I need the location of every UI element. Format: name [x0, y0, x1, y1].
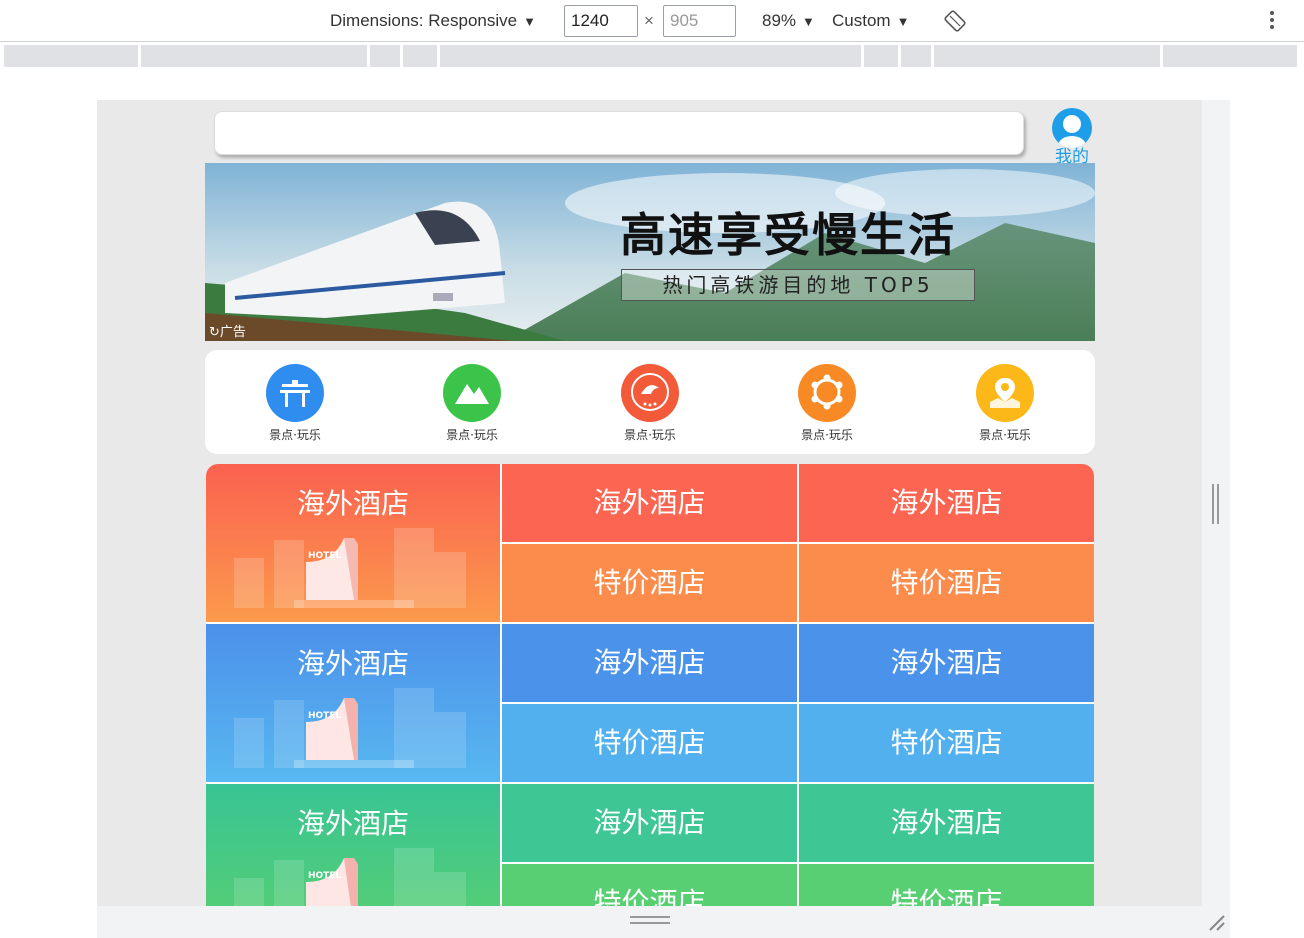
- hotel-row-green: 海外酒店 HOTEL 海外酒店 海外酒店 特价酒店 特价酒店: [206, 784, 1094, 906]
- media-query-segment[interactable]: [4, 45, 138, 67]
- media-query-segment[interactable]: [864, 45, 898, 67]
- hotel-building-icon: HOTEL: [234, 848, 466, 906]
- hotel-cell[interactable]: 特价酒店: [502, 704, 797, 782]
- category-item[interactable]: 景点·玩乐: [787, 364, 867, 443]
- banner-subtitle: 热门高铁游目的地 TOP5: [621, 269, 975, 301]
- category-label: 景点·玩乐: [801, 428, 853, 442]
- media-query-segment[interactable]: [1163, 45, 1297, 67]
- hotel-big-tile[interactable]: 海外酒店 HOTEL: [206, 464, 500, 622]
- category-item[interactable]: 景点·玩乐: [965, 364, 1045, 443]
- hotel-big-tile[interactable]: 海外酒店 HOTEL: [206, 784, 500, 906]
- ad-banner[interactable]: 高速享受慢生活 热门高铁游目的地 TOP5 ↻广告: [205, 163, 1095, 341]
- ferris-wheel-icon: [798, 364, 856, 422]
- hotel-cell[interactable]: 特价酒店: [502, 544, 797, 622]
- category-item[interactable]: 景点·玩乐: [255, 364, 335, 443]
- gate-icon: [266, 364, 324, 422]
- map-pin-icon: [976, 364, 1034, 422]
- dimensions-dropdown[interactable]: Dimensions: Responsive ▼: [330, 0, 536, 42]
- throttle-dropdown[interactable]: Custom ▼: [832, 0, 909, 42]
- refresh-icon: ↻: [209, 325, 220, 340]
- devtools-device-toolbar: Dimensions: Responsive ▼ 1240 × 905 89% ▼ …: [0, 0, 1304, 42]
- user-avatar-icon: [1052, 108, 1092, 148]
- category-item[interactable]: 景点·玩乐: [432, 364, 512, 443]
- media-query-bar: [0, 42, 1304, 70]
- hotel-cell[interactable]: 海外酒店: [502, 624, 797, 702]
- media-query-segment[interactable]: [403, 45, 437, 67]
- emulated-page: 我的 高速享受慢生活 热门高铁游目的地 TOP5 ↻广告 景点·玩乐 景点·玩乐…: [97, 100, 1202, 906]
- media-query-segment[interactable]: [141, 45, 367, 67]
- hotel-sign: HOTEL: [308, 551, 341, 561]
- bottom-resize-handle[interactable]: [630, 916, 670, 928]
- category-label: 景点·玩乐: [446, 428, 498, 442]
- media-query-segment[interactable]: [934, 45, 1160, 67]
- hotel-row-orange: 海外酒店 HOTEL 海外酒店 海外酒店 特价酒店 特价酒店: [206, 464, 1094, 624]
- media-query-segment[interactable]: [440, 45, 861, 67]
- hotel-cell[interactable]: 特价酒店: [799, 544, 1094, 622]
- dimensions-label: Dimensions: Responsive: [330, 11, 518, 30]
- width-input[interactable]: 1240: [564, 5, 638, 37]
- caret-down-icon: ▼: [523, 14, 536, 29]
- category-label: 景点·玩乐: [269, 428, 321, 442]
- hotel-building-icon: HOTEL: [234, 528, 466, 608]
- height-input[interactable]: 905: [663, 5, 736, 37]
- hotel-cell[interactable]: 海外酒店: [799, 784, 1094, 862]
- zoom-label: 89%: [762, 11, 797, 30]
- hotel-cell[interactable]: 特价酒店: [502, 864, 797, 906]
- category-panel: 景点·玩乐 景点·玩乐 景点·玩乐 景点·玩乐 景点·玩乐: [205, 350, 1095, 454]
- times-separator: ×: [644, 11, 654, 30]
- hotel-cell[interactable]: 海外酒店: [799, 624, 1094, 702]
- hotel-row-blue: 海外酒店 HOTEL 海外酒店 海外酒店 特价酒店 特价酒店: [206, 624, 1094, 784]
- hotel-big-tile[interactable]: 海外酒店 HOTEL: [206, 624, 500, 782]
- category-label: 景点·玩乐: [979, 428, 1031, 442]
- hotel-sign: HOTEL: [308, 711, 341, 721]
- media-query-segment[interactable]: [370, 45, 400, 67]
- rotate-icon[interactable]: [944, 10, 966, 32]
- media-query-segment[interactable]: [901, 45, 931, 67]
- hotel-cell[interactable]: 特价酒店: [799, 864, 1094, 906]
- hotel-building-icon: HOTEL: [234, 688, 466, 768]
- ad-label: ↻广告: [209, 325, 246, 340]
- hotel-cell[interactable]: 海外酒店: [502, 464, 797, 542]
- right-resize-handle[interactable]: [1212, 484, 1222, 524]
- dolphin-show-icon: [621, 364, 679, 422]
- corner-resize-icon[interactable]: [1206, 912, 1228, 934]
- hotel-grid: 海外酒店 HOTEL 海外酒店 海外酒店 特价酒店 特价酒店 海外酒店 HOTE…: [206, 464, 1094, 906]
- mine-button[interactable]: 我的: [1047, 108, 1097, 167]
- search-input[interactable]: [214, 111, 1024, 155]
- zoom-dropdown[interactable]: 89% ▼: [762, 0, 815, 42]
- hotel-cell[interactable]: 特价酒店: [799, 704, 1094, 782]
- hotel-sign: HOTEL: [308, 871, 341, 881]
- mountain-icon: [443, 364, 501, 422]
- throttle-label: Custom: [832, 11, 891, 30]
- category-item[interactable]: 景点·玩乐: [610, 364, 690, 443]
- more-options-icon[interactable]: [1262, 8, 1282, 34]
- banner-title: 高速享受慢生活: [620, 208, 956, 262]
- caret-down-icon: ▼: [896, 14, 910, 29]
- caret-down-icon: ▼: [802, 14, 815, 29]
- category-label: 景点·玩乐: [624, 428, 676, 442]
- hotel-cell[interactable]: 海外酒店: [502, 784, 797, 862]
- hotel-cell[interactable]: 海外酒店: [799, 464, 1094, 542]
